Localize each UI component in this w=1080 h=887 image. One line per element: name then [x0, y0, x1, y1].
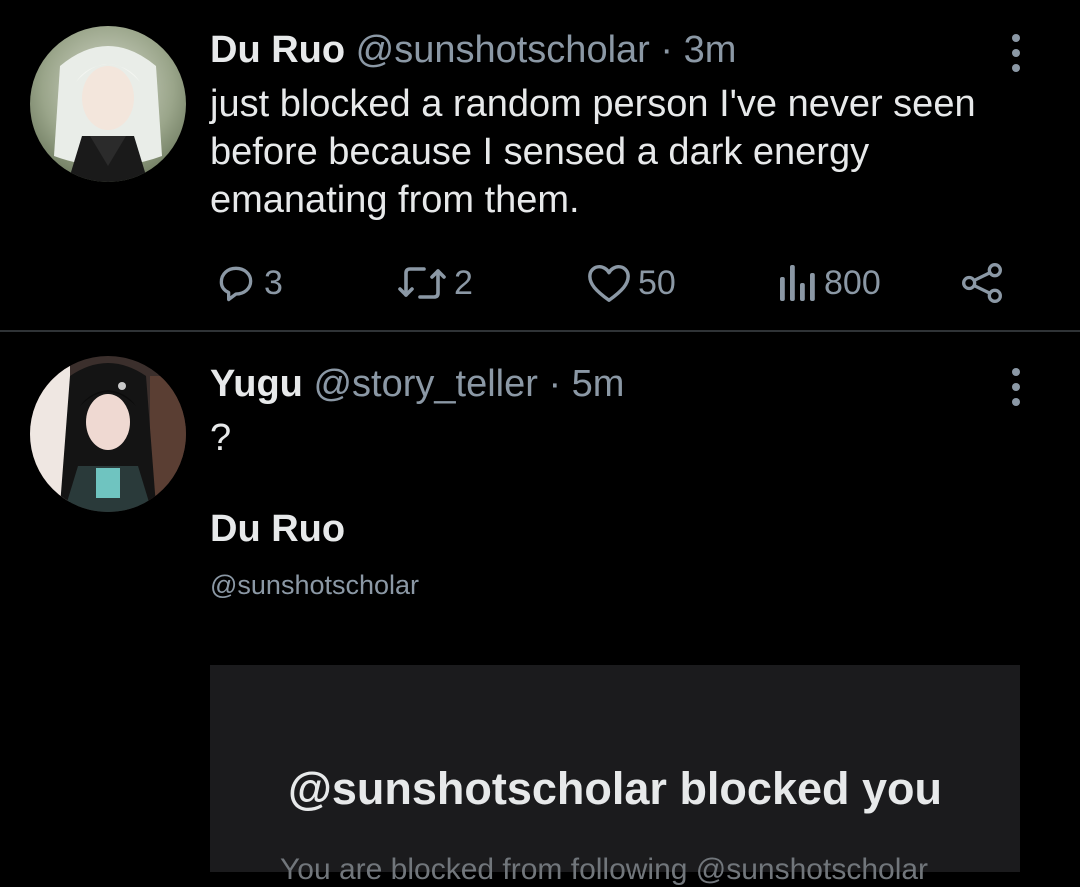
- views-icon: [780, 265, 815, 301]
- blocked-notice-title: @sunshotscholar blocked you: [288, 763, 942, 814]
- reply-count: 3: [264, 263, 283, 302]
- tweet-header: Du Ruo @sunshotscholar · 3m: [210, 28, 736, 72]
- view-count: 800: [824, 263, 881, 302]
- quoted-profile-handle: @sunshotscholar: [210, 570, 420, 600]
- author-name[interactable]: Du Ruo: [210, 29, 345, 71]
- timestamp[interactable]: 3m: [684, 29, 737, 71]
- retweet-count: 2: [454, 263, 473, 302]
- timestamp[interactable]: 5m: [572, 363, 625, 405]
- retweet-button[interactable]: 2: [396, 258, 473, 308]
- blocked-notice-panel: @sunshotscholar blocked you You are bloc…: [210, 665, 1020, 886]
- like-button[interactable]: 50: [586, 258, 676, 308]
- share-button[interactable]: [960, 258, 1004, 308]
- avatar-yugu[interactable]: [30, 356, 186, 512]
- author-handle[interactable]: @story_teller: [313, 363, 537, 405]
- avatar-du-ruo[interactable]: [30, 26, 186, 182]
- reply-icon: [219, 266, 253, 302]
- like-count: 50: [638, 263, 676, 302]
- heart-icon: [588, 264, 630, 302]
- more-icon[interactable]: [1006, 368, 1026, 406]
- reply-button[interactable]: 3: [214, 258, 283, 308]
- quoted-profile-name: Du Ruo: [210, 508, 346, 550]
- views-button[interactable]: 800: [776, 258, 881, 308]
- tweet-text: just blocked a random person I've never …: [210, 83, 976, 221]
- author-handle[interactable]: @sunshotscholar: [356, 29, 650, 71]
- separator-dot: ·: [548, 363, 562, 405]
- tweet-text: ?: [210, 417, 232, 459]
- blocked-notice-text: You are blocked from following @sunshots…: [280, 853, 929, 886]
- share-icon: [962, 263, 1002, 303]
- tweet-header: Yugu @story_teller · 5m: [210, 362, 624, 406]
- retweet-icon: [398, 267, 446, 299]
- separator-dot: ·: [660, 29, 674, 71]
- more-icon[interactable]: [1006, 34, 1026, 72]
- author-name[interactable]: Yugu: [210, 363, 303, 405]
- tweet-du-ruo: Du Ruo @sunshotscholar · 3m just blocked…: [0, 0, 1080, 330]
